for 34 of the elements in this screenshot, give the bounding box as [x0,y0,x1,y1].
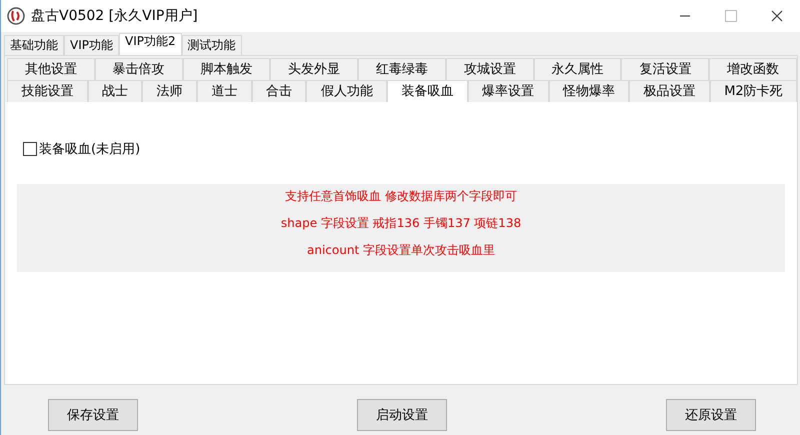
tab[interactable]: 永久属性 [534,58,622,80]
tab[interactable]: 法师 [142,80,198,102]
note-text: anicount 字段设置单次攻击吸血里 [307,242,495,259]
tab[interactable]: 头发外显 [270,58,358,80]
tab[interactable]: 技能设置 [7,80,88,102]
tab[interactable]: 装备吸血 [387,80,468,102]
tab[interactable]: M2防卡死 [710,80,798,102]
tab[interactable]: 测试功能 [182,35,242,55]
tab[interactable]: 攻城设置 [446,58,534,80]
tab[interactable]: 极品设置 [629,80,710,102]
tab[interactable]: 爆率设置 [468,80,548,102]
tab[interactable]: VIP功能2 [118,33,182,55]
tab[interactable]: 假人功能 [306,80,388,102]
tab[interactable]: 脚本触发 [182,58,270,80]
enable-checkbox[interactable]: 装备吸血(未启用) [23,140,140,158]
tab[interactable]: VIP功能 [64,35,119,55]
window-title: 盘古V0502 [永久VIP用户] [31,7,198,25]
close-icon[interactable] [771,10,783,22]
note-text: 支持任意首饰吸血 修改数据库两个字段即可 [285,188,517,205]
tab[interactable]: 道士 [197,80,252,102]
action-button[interactable]: 启动设置 [357,399,447,431]
action-button[interactable]: 保存设置 [48,399,138,431]
tab[interactable]: 增改函数 [709,58,798,80]
tab[interactable]: 红毒绿毒 [358,58,446,80]
tab[interactable]: 复活设置 [621,58,710,80]
tab[interactable]: 其他设置 [7,58,95,80]
note-text: shape 字段设置 戒指136 手镯137 项链138 [280,215,522,232]
action-button[interactable]: 还原设置 [666,399,756,431]
tab[interactable]: 怪物爆率 [548,80,630,102]
tab[interactable]: 基础功能 [4,35,64,55]
tab[interactable]: 合击 [252,80,306,102]
app-logo-icon [7,7,25,25]
tab[interactable]: 暴击倍攻 [94,58,183,80]
tab[interactable]: 战士 [88,80,142,102]
